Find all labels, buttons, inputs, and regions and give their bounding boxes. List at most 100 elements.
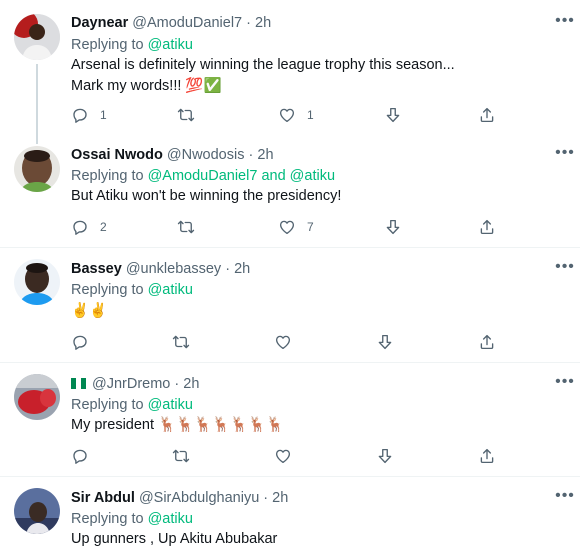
timestamp[interactable]: 2h (272, 490, 288, 506)
action-bar: 2 7 (71, 217, 501, 237)
like-button[interactable] (274, 446, 292, 466)
like-button[interactable] (274, 332, 292, 352)
user-handle[interactable]: @AmoduDaniel7 (132, 15, 242, 31)
action-bar (71, 446, 501, 466)
tweet-header: Ossai Nwodo @Nwodosis · 2h (71, 146, 274, 164)
downvote-icon (376, 447, 394, 465)
tweet-text: But Atiku won't be winning the presidenc… (71, 186, 341, 207)
heart-icon (274, 447, 292, 465)
downvote-button[interactable] (384, 105, 402, 125)
mention-link[interactable]: @atiku (148, 511, 193, 527)
avatar[interactable] (14, 14, 60, 60)
avatar[interactable] (14, 259, 60, 305)
reply-icon (71, 333, 89, 351)
reply-button[interactable]: 1 (71, 105, 107, 125)
tweet[interactable]: Daynear @AmoduDaniel7 · 2h ••• Replying … (0, 0, 580, 144)
retweet-button[interactable] (172, 446, 190, 466)
tweet-text-line: Arsenal is definitely winning the league… (71, 57, 455, 73)
retweet-button[interactable] (172, 332, 190, 352)
more-icon[interactable]: ••• (554, 145, 576, 166)
display-name[interactable]: Daynear (71, 15, 128, 31)
like-button[interactable]: 1 (278, 105, 314, 125)
tweet-text: ✌️✌️ (71, 301, 107, 322)
replying-to: Replying to @atiku (71, 36, 193, 54)
avatar[interactable] (14, 488, 60, 534)
reply-button[interactable]: 2 (71, 217, 107, 237)
replying-to: Replying to @atiku (71, 281, 193, 299)
tweet-text-line: But Atiku won't be winning the presidenc… (71, 188, 342, 204)
reply-icon (71, 447, 89, 465)
user-handle[interactable]: @unklebassey (126, 261, 221, 277)
share-button[interactable] (478, 105, 496, 125)
separator: · (263, 490, 269, 506)
heart-icon (274, 333, 292, 351)
retweet-icon (172, 333, 190, 351)
mention-link[interactable]: @atiku (148, 282, 193, 298)
retweet-icon (172, 447, 190, 465)
tweet-header: Sir Abdul @SirAbdulghaniyu · 2h (71, 489, 288, 507)
avatar[interactable] (14, 374, 60, 420)
heart-icon (278, 218, 296, 236)
mention-link[interactable]: @atiku (148, 37, 193, 53)
user-handle[interactable]: @Nwodosis (167, 147, 245, 163)
like-button[interactable]: 7 (278, 217, 314, 237)
downvote-button[interactable] (384, 217, 402, 237)
tweet-text-line: Up gunners , Up Akitu Abubakar (71, 531, 278, 547)
share-button[interactable] (478, 446, 496, 466)
more-icon[interactable]: ••• (554, 13, 576, 34)
tweet-text: Up gunners , Up Akitu Abubakar (71, 529, 277, 550)
tweet-text-line: ✌️✌️ (71, 303, 108, 319)
thread-line (36, 140, 38, 144)
like-count: 7 (307, 220, 314, 234)
timestamp[interactable]: 2h (257, 147, 273, 163)
tweet[interactable]: Bassey @unklebassey · 2h ••• Replying to… (0, 248, 580, 362)
reply-button[interactable] (71, 332, 89, 352)
share-icon (478, 218, 496, 236)
timestamp[interactable]: 2h (234, 261, 250, 277)
reply-icon (71, 106, 89, 124)
tweet[interactable]: @JnrDremo · 2h ••• Replying to @atiku My… (0, 363, 580, 477)
timestamp[interactable]: 2h (255, 15, 271, 31)
like-count: 1 (307, 108, 314, 122)
share-button[interactable] (478, 332, 496, 352)
tweet[interactable]: Ossai Nwodo @Nwodosis · 2h ••• Replying … (0, 140, 580, 247)
replying-to-label: Replying to (71, 37, 144, 53)
reply-icon (71, 218, 89, 236)
share-icon (478, 106, 496, 124)
tweet[interactable]: Sir Abdul @SirAbdulghaniyu · 2h ••• Repl… (0, 477, 580, 551)
downvote-button[interactable] (376, 446, 394, 466)
retweet-button[interactable] (177, 105, 206, 125)
more-icon[interactable]: ••• (554, 488, 576, 509)
action-bar: 1 1 (71, 105, 501, 125)
avatar[interactable] (14, 146, 60, 192)
separator: · (174, 376, 180, 392)
share-icon (478, 333, 496, 351)
nigeria-flag-icon (71, 378, 86, 389)
reply-count: 2 (100, 220, 107, 234)
more-icon[interactable]: ••• (554, 374, 576, 395)
separator: · (225, 261, 231, 277)
reply-count: 1 (100, 108, 107, 122)
separator: · (246, 15, 251, 31)
heart-icon (278, 106, 296, 124)
timestamp[interactable]: 2h (183, 376, 199, 392)
share-button[interactable] (478, 217, 496, 237)
retweet-icon (177, 218, 195, 236)
tweet-text-line: Mark my words!!! 💯✅ (71, 78, 222, 94)
user-handle[interactable]: @SirAbdulghaniyu (139, 490, 259, 506)
replying-to-label: Replying to (71, 397, 144, 413)
retweet-icon (177, 106, 195, 124)
user-handle[interactable]: @JnrDremo (92, 376, 170, 392)
downvote-button[interactable] (376, 332, 394, 352)
replying-to-label: Replying to (71, 282, 144, 298)
more-icon[interactable]: ••• (554, 259, 576, 280)
downvote-icon (384, 106, 402, 124)
mention-link[interactable]: @AmoduDaniel7 and @atiku (148, 168, 335, 184)
retweet-button[interactable] (177, 217, 206, 237)
display-name[interactable]: Bassey (71, 261, 122, 277)
mention-link[interactable]: @atiku (148, 397, 193, 413)
replying-to-label: Replying to (71, 168, 144, 184)
display-name[interactable]: Sir Abdul (71, 490, 135, 506)
reply-button[interactable] (71, 446, 89, 466)
display-name[interactable]: Ossai Nwodo (71, 147, 163, 163)
